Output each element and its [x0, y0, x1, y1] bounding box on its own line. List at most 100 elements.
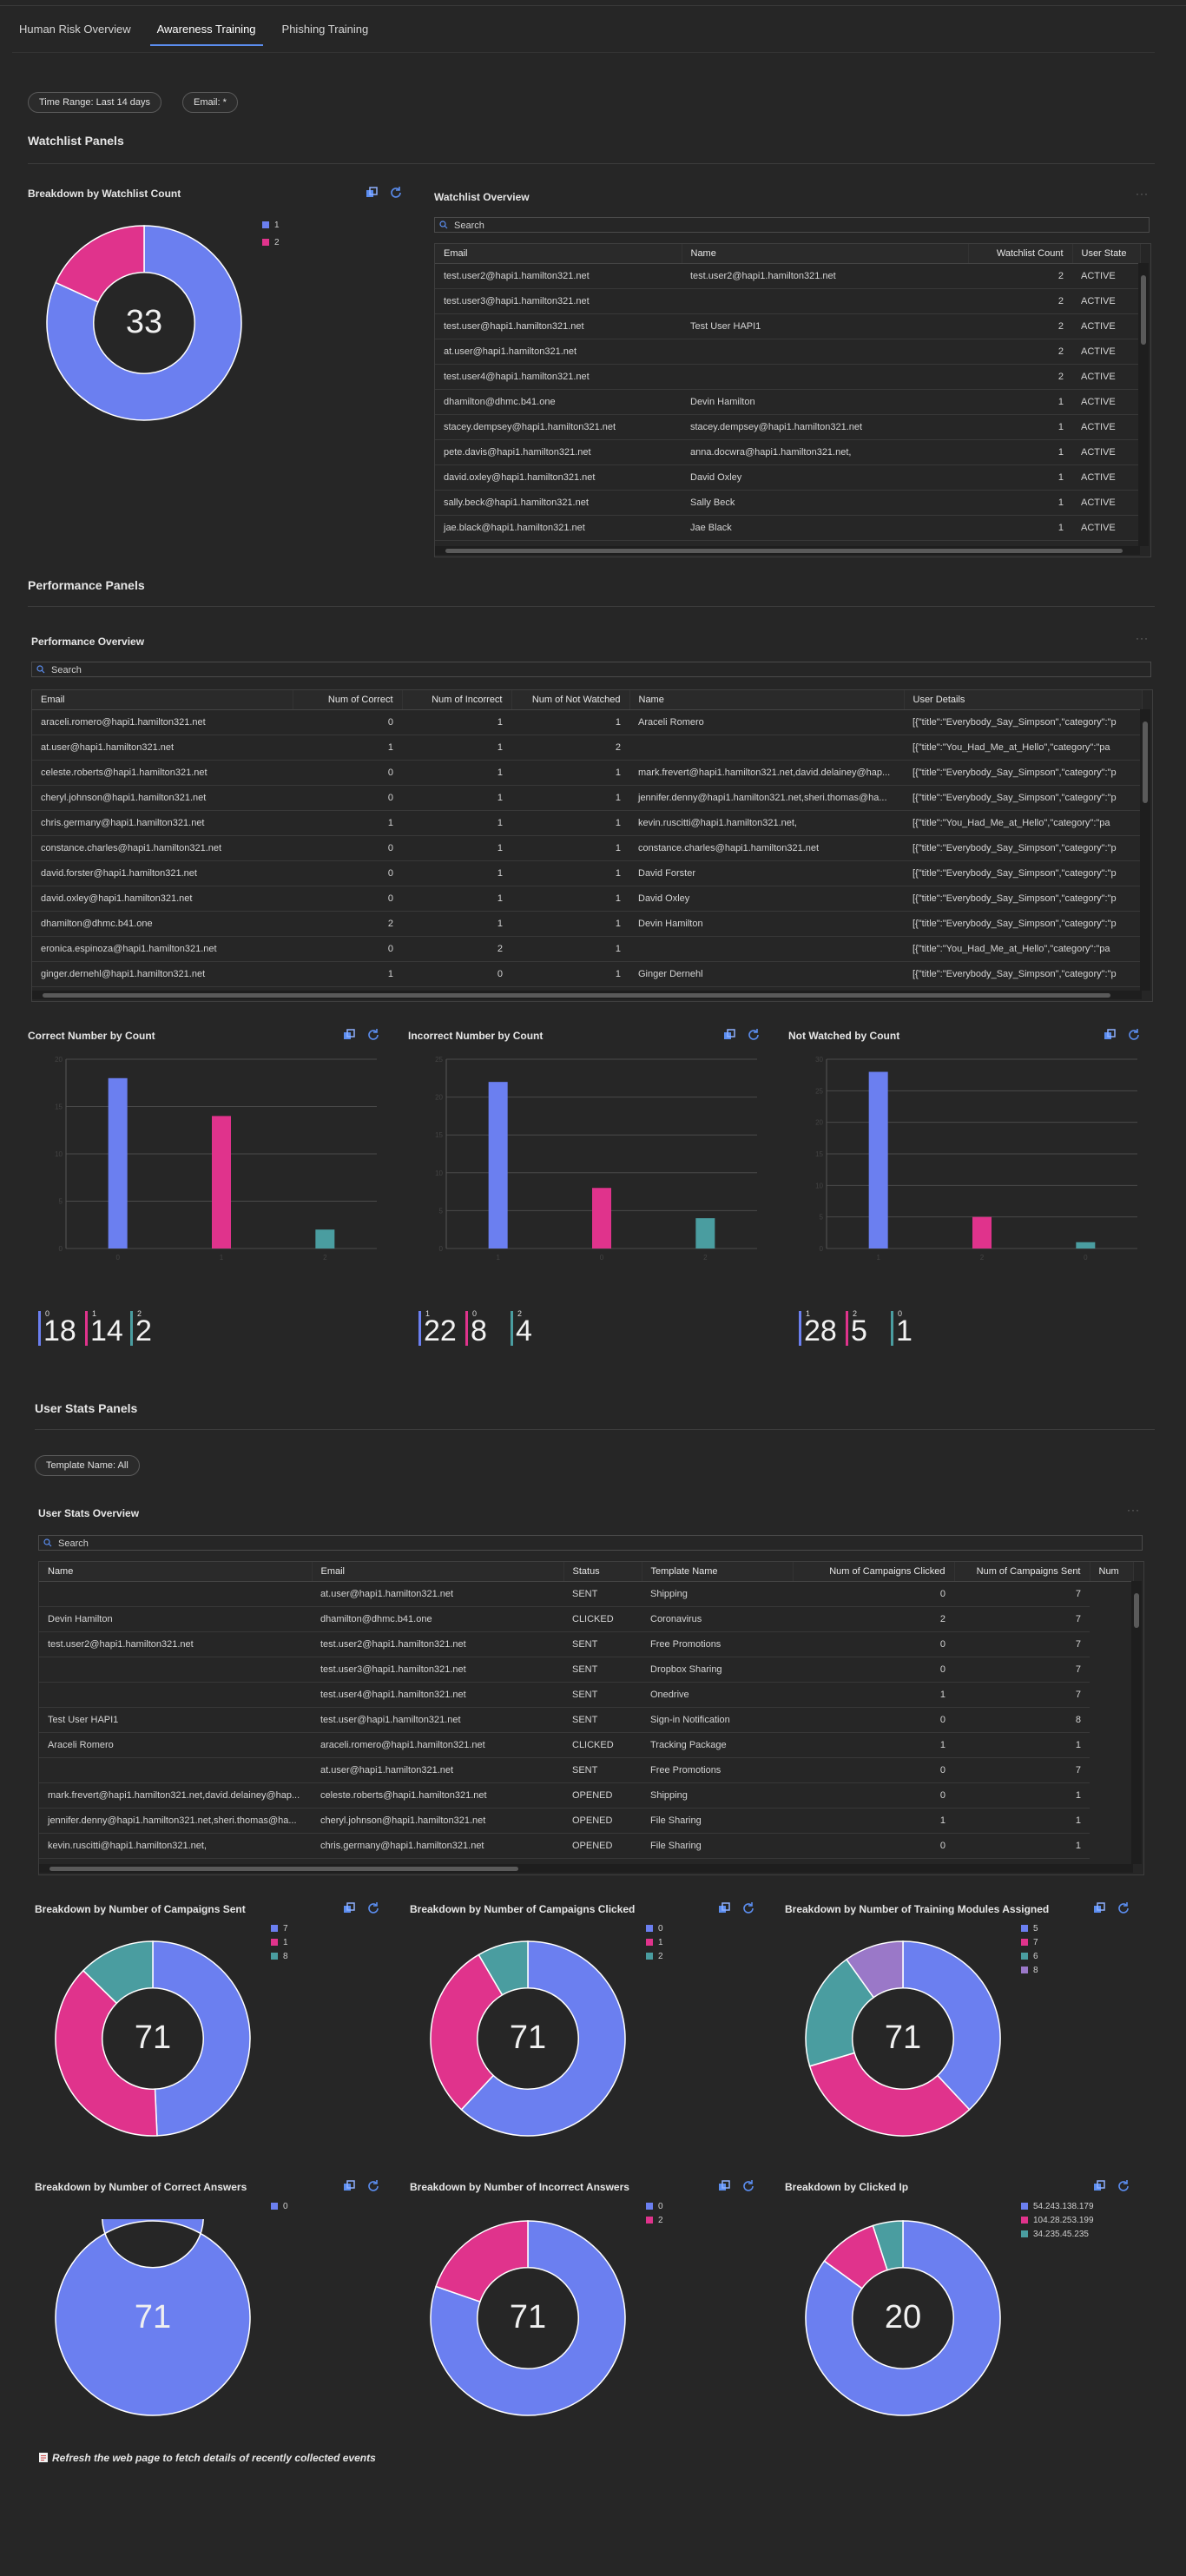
refresh-icon[interactable] — [747, 1028, 761, 1042]
table-row[interactable]: chris.germany@hapi1.hamilton321.net 1 1 1 ke… — [32, 810, 1142, 836]
performance-search-input[interactable]: Search — [31, 662, 1151, 677]
refresh-icon[interactable] — [389, 186, 403, 200]
tab-awareness-training[interactable]: Awareness Training — [149, 19, 263, 46]
refresh-icon[interactable] — [1127, 1028, 1141, 1042]
pin-to-dashboard-icon[interactable] — [717, 2179, 731, 2193]
bar[interactable] — [108, 1077, 128, 1248]
pin-to-dashboard-icon[interactable] — [342, 2179, 356, 2193]
table-row[interactable]: celeste.roberts@hapi1.hamilton321.net 0 1 1… — [32, 760, 1142, 786]
column-header[interactable]: Email — [312, 1562, 564, 1582]
table-row[interactable]: at.user@hapi1.hamilton321.net SENT Free Pr… — [39, 1757, 1133, 1783]
pin-to-dashboard-icon[interactable] — [722, 1028, 736, 1042]
table-row[interactable]: kevin.ruscitti@hapi1.hamilton321.net, chr… — [39, 1833, 1133, 1859]
scrollbar-thumb[interactable] — [1141, 275, 1146, 345]
pin-to-dashboard-icon[interactable] — [342, 1901, 356, 1915]
column-header[interactable]: Template Name — [642, 1562, 794, 1582]
column-header[interactable]: Name — [682, 244, 969, 264]
column-header[interactable]: Num of Campaigns Sent — [954, 1562, 1090, 1582]
more-icon[interactable]: ··· — [1136, 632, 1149, 644]
bar[interactable] — [868, 1071, 888, 1248]
table-row[interactable]: stacey.dempsey@hapi1.hamilton321.net stac… — [435, 414, 1140, 440]
scrollbar-thumb[interactable] — [445, 549, 1123, 553]
template-name-filter[interactable]: Template Name: All — [35, 1455, 140, 1476]
pin-to-dashboard-icon[interactable] — [342, 1028, 356, 1042]
column-header[interactable]: User State — [1072, 244, 1141, 264]
scrollbar-thumb[interactable] — [49, 1867, 518, 1871]
table-row[interactable]: araceli.romero@hapi1.hamilton321.net 0 1 1 A… — [32, 709, 1142, 735]
column-header[interactable]: Num of Incorrect — [402, 690, 512, 710]
performance-horizontal-scrollbar[interactable] — [32, 991, 1142, 999]
watchlist-vertical-scrollbar[interactable] — [1138, 263, 1149, 546]
more-icon[interactable]: ··· — [1127, 1504, 1140, 1516]
bar[interactable] — [488, 1082, 508, 1248]
bar[interactable] — [212, 1116, 231, 1248]
table-row[interactable]: test.user@hapi1.hamilton321.net Test User… — [435, 313, 1140, 339]
table-row[interactable]: at.user@hapi1.hamilton321.net SENT Shippin… — [39, 1581, 1133, 1607]
table-row[interactable]: test.user3@hapi1.hamilton321.net 2 ACTIVE — [435, 288, 1140, 314]
refresh-icon[interactable] — [366, 2179, 380, 2193]
userstats-search-input[interactable]: Search — [38, 1535, 1143, 1551]
userstats-horizontal-scrollbar[interactable] — [39, 1864, 1133, 1873]
watchlist-horizontal-scrollbar[interactable] — [435, 546, 1140, 555]
column-header[interactable]: Email — [435, 244, 682, 264]
pin-to-dashboard-icon[interactable] — [365, 186, 379, 200]
watchlist-search-input[interactable]: Search — [434, 217, 1150, 233]
table-row[interactable]: dhamilton@dhmc.b41.one 2 1 1 Devin Hamilton[… — [32, 911, 1142, 937]
table-row[interactable]: Devin Hamilton dhamilton@dhmc.b41.one CLIC… — [39, 1606, 1133, 1632]
column-header[interactable]: Num — [1090, 1562, 1134, 1582]
table-row[interactable]: test.user2@hapi1.hamilton321.net test.use… — [435, 263, 1140, 289]
table-row[interactable]: test.user4@hapi1.hamilton321.net 2 ACTIVE — [435, 364, 1140, 390]
table-row[interactable]: dhamilton@dhmc.b41.one Devin Hamilton 1 ACT… — [435, 389, 1140, 415]
email-filter[interactable]: Email: * — [182, 92, 238, 113]
bar[interactable] — [1076, 1242, 1096, 1248]
refresh-icon[interactable] — [741, 2179, 755, 2193]
table-row[interactable]: david.oxley@hapi1.hamilton321.net 0 1 1 Davi… — [32, 886, 1142, 912]
refresh-icon[interactable] — [366, 1028, 380, 1042]
table-row[interactable]: david.oxley@hapi1.hamilton321.net David O… — [435, 464, 1140, 491]
bar[interactable] — [695, 1218, 715, 1248]
time-range-filter[interactable]: Time Range: Last 14 days — [28, 92, 161, 113]
refresh-icon[interactable] — [1117, 1901, 1130, 1915]
table-row[interactable]: at.user@hapi1.hamilton321.net 1 1 2 [{"title… — [32, 735, 1142, 761]
table-row[interactable]: Test User HAPI1 test.user@hapi1.hamilton3… — [39, 1707, 1133, 1733]
table-row[interactable]: Araceli Romero araceli.romero@hapi1.hamil… — [39, 1732, 1133, 1758]
column-header[interactable]: Name — [629, 690, 905, 710]
pin-to-dashboard-icon[interactable] — [1103, 1028, 1117, 1042]
table-row[interactable]: constance.charles@hapi1.hamilton321.net 0… — [32, 835, 1142, 861]
table-row[interactable]: david.forster@hapi1.hamilton321.net 0 1 1 Da… — [32, 860, 1142, 886]
table-row[interactable]: eronica.espinoza@hapi1.hamilton321.net 0 2… — [32, 936, 1142, 962]
column-header[interactable]: Num of Not Watched — [511, 690, 630, 710]
scrollbar-thumb[interactable] — [1134, 1593, 1139, 1628]
bar[interactable] — [972, 1216, 992, 1248]
scrollbar-thumb[interactable] — [1143, 721, 1148, 803]
more-icon[interactable]: ··· — [1136, 188, 1149, 200]
bar[interactable] — [315, 1229, 335, 1248]
column-header[interactable]: Name — [39, 1562, 313, 1582]
column-header[interactable]: Email — [32, 690, 293, 710]
bar[interactable] — [592, 1188, 611, 1248]
column-header[interactable]: Watchlist Count — [968, 244, 1073, 264]
table-row[interactable]: at.user@hapi1.hamilton321.net 2 ACTIVE — [435, 339, 1140, 365]
column-header[interactable]: Num of Campaigns Clicked — [793, 1562, 955, 1582]
performance-vertical-scrollbar[interactable] — [1140, 709, 1150, 991]
table-row[interactable]: pete.davis@hapi1.hamilton321.net anna.doc… — [435, 439, 1140, 465]
table-row[interactable]: test.user4@hapi1.hamilton321.net SENT Oned… — [39, 1682, 1133, 1708]
tab-human-risk-overview[interactable]: Human Risk Overview — [12, 19, 138, 46]
table-row[interactable]: cheryl.johnson@hapi1.hamilton321.net 0 1 1 j… — [32, 785, 1142, 811]
pin-to-dashboard-icon[interactable] — [1092, 2179, 1106, 2193]
column-header[interactable]: Status — [563, 1562, 642, 1582]
refresh-icon[interactable] — [1117, 2179, 1130, 2193]
table-row[interactable]: test.user3@hapi1.hamilton321.net SENT Drop… — [39, 1657, 1133, 1683]
table-row[interactable]: mark.frevert@hapi1.hamilton321.net,david… — [39, 1782, 1133, 1808]
refresh-icon[interactable] — [366, 1901, 380, 1915]
pin-to-dashboard-icon[interactable] — [1092, 1901, 1106, 1915]
userstats-vertical-scrollbar[interactable] — [1131, 1581, 1142, 1864]
pin-to-dashboard-icon[interactable] — [717, 1901, 731, 1915]
table-row[interactable]: jae.black@hapi1.hamilton321.net Jae Black… — [435, 515, 1140, 541]
column-header[interactable]: User Details — [904, 690, 1143, 710]
tab-phishing-training[interactable]: Phishing Training — [275, 19, 376, 46]
table-row[interactable]: jennifer.denny@hapi1.hamilton321.net,she… — [39, 1808, 1133, 1834]
table-row[interactable]: ginger.dernehl@hapi1.hamilton321.net 1 0 1 G… — [32, 961, 1142, 987]
donut-slice[interactable] — [435, 2220, 529, 2303]
scrollbar-thumb[interactable] — [43, 993, 1110, 998]
